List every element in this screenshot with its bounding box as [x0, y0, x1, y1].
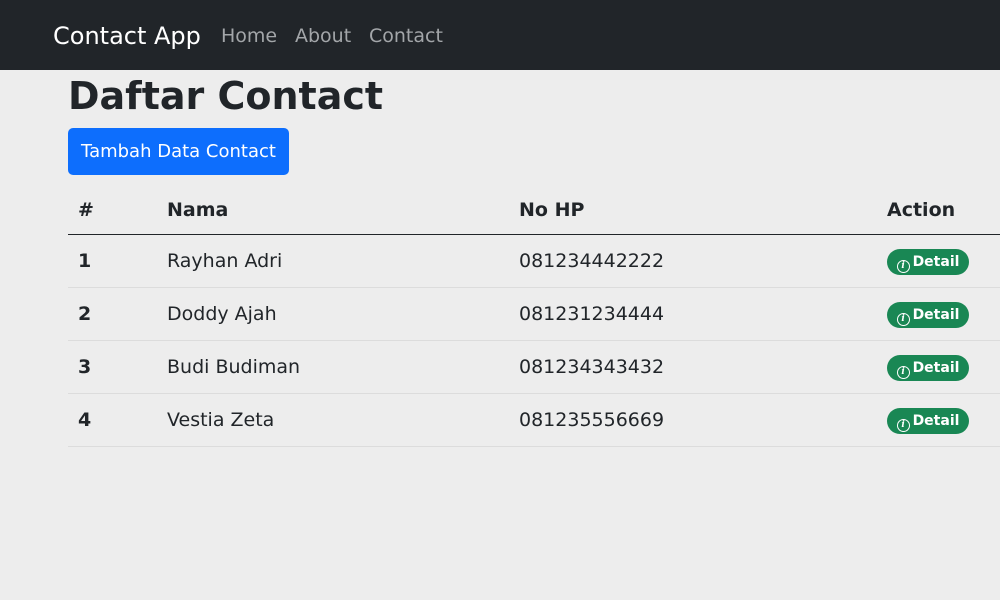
table-header-row: # Nama No HP Action — [68, 186, 1000, 235]
contact-phone: 081235556669 — [509, 393, 877, 447]
column-header-name: Nama — [157, 186, 509, 235]
contact-phone: 081231234444 — [509, 287, 877, 341]
action-cell: i Detail — [877, 287, 1000, 341]
contact-table: # Nama No HP Action 1 Rayhan Adri 081234… — [68, 186, 1000, 447]
row-number: 2 — [68, 287, 157, 341]
detail-label: Detail — [912, 307, 960, 323]
table-row: 3 Budi Budiman 081234343432 i Detail — [68, 340, 1000, 394]
action-cell: i Detail — [877, 393, 1000, 447]
info-circle-icon: i — [896, 366, 910, 379]
detail-button[interactable]: i Detail — [887, 408, 969, 434]
nav-link-contact[interactable]: Contact — [369, 0, 443, 70]
table-row: 1 Rayhan Adri 081234442222 i Detail — [68, 234, 1000, 288]
info-circle-icon: i — [896, 419, 910, 432]
detail-button[interactable]: i Detail — [887, 302, 969, 328]
row-number: 4 — [68, 393, 157, 447]
contact-phone: 081234343432 — [509, 340, 877, 394]
table-header: # Nama No HP Action — [68, 186, 1000, 235]
table-body: 1 Rayhan Adri 081234442222 i Detail 2 Dod… — [68, 234, 1000, 447]
column-header-number: # — [68, 186, 157, 235]
nav-link-home[interactable]: Home — [221, 0, 277, 70]
navbar-brand[interactable]: Contact App — [53, 0, 201, 70]
page-title: Daftar Contact — [68, 74, 384, 118]
detail-label: Detail — [912, 254, 960, 270]
column-header-action: Action — [877, 186, 1000, 235]
nav-link-about[interactable]: About — [295, 0, 351, 70]
action-cell: i Detail — [877, 340, 1000, 394]
info-circle-icon: i — [896, 260, 910, 273]
column-header-phone: No HP — [509, 186, 877, 235]
detail-button[interactable]: i Detail — [887, 355, 969, 381]
contact-phone: 081234442222 — [509, 234, 877, 288]
contact-name: Rayhan Adri — [157, 234, 509, 288]
detail-label: Detail — [912, 360, 960, 376]
table-row: 4 Vestia Zeta 081235556669 i Detail — [68, 393, 1000, 447]
add-contact-button[interactable]: Tambah Data Contact — [68, 128, 289, 175]
info-circle-icon: i — [896, 313, 910, 326]
row-number: 1 — [68, 234, 157, 288]
table-row: 2 Doddy Ajah 081231234444 i Detail — [68, 287, 1000, 341]
navbar: Contact App Home About Contact — [0, 0, 1000, 70]
contact-name: Budi Budiman — [157, 340, 509, 394]
detail-button[interactable]: i Detail — [887, 249, 969, 275]
contact-name: Vestia Zeta — [157, 393, 509, 447]
contact-name: Doddy Ajah — [157, 287, 509, 341]
detail-label: Detail — [912, 413, 960, 429]
action-cell: i Detail — [877, 234, 1000, 288]
row-number: 3 — [68, 340, 157, 394]
